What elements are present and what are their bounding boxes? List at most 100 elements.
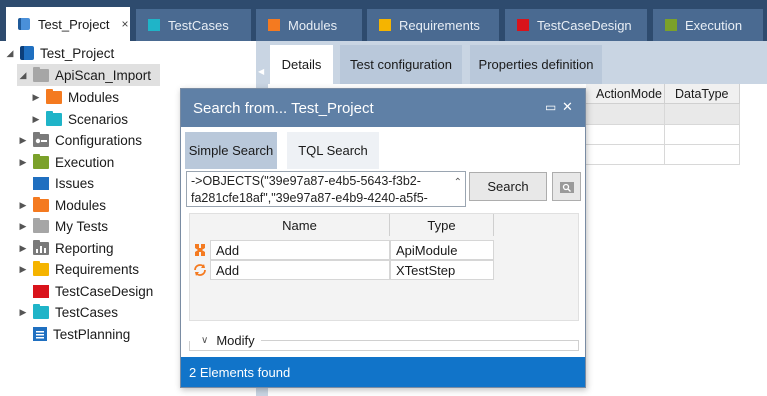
grid-cell[interactable] (665, 145, 740, 165)
tab-simple-search[interactable]: Simple Search (185, 132, 277, 169)
grid-cell[interactable] (665, 125, 740, 145)
tab-testcases[interactable]: TestCases (136, 9, 251, 41)
tree-item-scenarios[interactable]: ▶ Scenarios (30, 108, 128, 130)
tree-item-label: TestCaseDesign (55, 283, 154, 299)
tab-execution[interactable]: Execution (653, 9, 763, 41)
scroll-up-icon[interactable]: ⌃ (454, 174, 462, 191)
tab-properties-definition[interactable]: Properties definition (470, 45, 602, 84)
expand-icon[interactable]: ▶ (17, 221, 29, 232)
close-icon[interactable]: ✕ (562, 99, 573, 115)
column-header-datatype[interactable]: DataType (665, 84, 740, 104)
tree-item-label: Configurations (55, 132, 143, 148)
grid-cell[interactable] (665, 104, 740, 125)
tab-testcasedesign[interactable]: TestCaseDesign (505, 9, 647, 41)
dialog-title: Search from... Test_Project (193, 99, 374, 117)
tree-item-label: TestPlanning (53, 326, 131, 342)
column-header-type[interactable]: Type (390, 214, 494, 236)
folder-icon (46, 88, 62, 104)
search-folder-icon (559, 181, 574, 193)
tree-item-requirements[interactable]: ▶ Requirements (17, 258, 139, 280)
folder-icon (33, 260, 49, 276)
expand-icon[interactable]: ▶ (17, 307, 29, 318)
tab-modules[interactable]: Modules (256, 9, 362, 41)
search-button[interactable]: Search (469, 172, 547, 201)
table-row[interactable]: Add XTestStep (190, 260, 580, 280)
tree-item-label: Requirements (55, 261, 140, 277)
folder-icon (33, 284, 49, 298)
tree-item-testcasedesign[interactable]: TestCaseDesign (17, 280, 153, 302)
expand-icon[interactable]: ▶ (17, 264, 29, 275)
column-header-name[interactable]: Name (210, 214, 390, 236)
restore-icon[interactable]: ▭ (545, 100, 556, 114)
expand-icon[interactable]: ▶ (30, 92, 42, 103)
tree-item-label: Reporting (55, 240, 114, 256)
table-row[interactable]: Add ApiModule (190, 240, 580, 260)
tree-item-modules[interactable]: ▶ Modules (17, 194, 106, 216)
top-tab-bar: Test_Project × TestCases Modules Require… (0, 0, 767, 41)
xteststep-icon (192, 262, 208, 281)
collapse-icon[interactable]: ◢ (4, 48, 16, 59)
cell-name: Add (210, 260, 390, 280)
reporting-icon (33, 239, 49, 255)
scroll-left-icon[interactable]: ◀ (258, 67, 264, 76)
tree-item-modules-sub[interactable]: ▶ Modules (30, 86, 119, 108)
grid-cell[interactable] (586, 145, 665, 165)
tab-label: Execution (685, 17, 743, 33)
tab-label: Test_Project (38, 16, 110, 32)
expand-icon[interactable]: ▶ (30, 114, 42, 125)
testplanning-icon (33, 327, 47, 341)
tree-item-label: TestCases (55, 304, 119, 320)
folder-icon (46, 110, 62, 126)
column-header-actionmode[interactable]: ActionMode (586, 84, 665, 104)
folder-icon (33, 153, 49, 169)
tab-label: TestCases (168, 17, 229, 33)
tab-test-project[interactable]: Test_Project × (6, 7, 130, 41)
tab-test-configuration[interactable]: Test configuration (340, 45, 462, 84)
tab-tql-search[interactable]: TQL Search (287, 132, 379, 169)
dialog-title-bar[interactable]: Search from... Test_Project (181, 89, 585, 127)
tree-item-testplanning[interactable]: TestPlanning (17, 323, 130, 345)
cell-type: XTestStep (390, 260, 494, 280)
tab-label: Modules (288, 17, 338, 33)
tab-requirements[interactable]: Requirements (367, 9, 499, 41)
folder-icon (33, 217, 49, 233)
folder-icon (33, 176, 49, 190)
query-text-line-2: fa281cfe18af","39e97a87-e4b9-4240-a5f5- (191, 191, 428, 205)
folder-icon (379, 19, 391, 31)
collapse-icon[interactable]: ◢ (17, 70, 29, 81)
tree-item-test-project[interactable]: ◢ Test_Project (4, 42, 115, 64)
grid-cell[interactable] (586, 104, 665, 125)
tab-details[interactable]: Details (270, 45, 333, 84)
cell-type: ApiModule (390, 240, 494, 260)
tree-item-label: Execution (55, 154, 115, 170)
folder-icon (33, 303, 49, 319)
tree-item-label: ApiScan_Import (55, 67, 152, 83)
tree-item-label: Test_Project (40, 45, 115, 61)
tree-item-reporting[interactable]: ▶ Reporting (17, 237, 114, 259)
tab-label: TestCaseDesign (537, 17, 632, 33)
tree-item-configurations[interactable]: ▶ Configurations (17, 129, 142, 151)
cell-name: Add (210, 240, 390, 260)
modify-group-box (189, 341, 579, 351)
tree-item-label: Scenarios (68, 111, 129, 127)
tree-item-my-tests[interactable]: ▶ My Tests (17, 215, 108, 237)
tree-item-execution[interactable]: ▶ Execution (17, 151, 114, 173)
expand-icon[interactable]: ▶ (17, 200, 29, 211)
search-mode-tabs: Simple Search TQL Search (181, 127, 585, 169)
expand-icon[interactable]: ▶ (17, 243, 29, 254)
results-table: Name Type Add ApiModule Add XTestStep (189, 213, 579, 321)
tree-item-testcases[interactable]: ▶ TestCases (17, 301, 118, 323)
grid-cell[interactable] (586, 125, 665, 145)
expand-icon[interactable]: ▶ (17, 157, 29, 168)
expand-icon[interactable]: ▶ (17, 135, 29, 146)
folder-icon (268, 19, 280, 31)
folder-icon (517, 19, 529, 31)
search-query-input[interactable]: ->OBJECTS("39e97a87-e4b5-5643-f3b2- fa28… (186, 171, 466, 207)
tree-item-apiscan-import[interactable]: ◢ ApiScan_Import (17, 64, 160, 86)
close-icon[interactable]: × (122, 17, 129, 31)
search-in-results-button[interactable] (552, 172, 581, 201)
status-text: 2 Elements found (189, 364, 291, 380)
configurations-icon (33, 131, 49, 147)
tree-item-issues[interactable]: Issues (17, 172, 94, 194)
search-dialog: Search from... Test_Project ▭ ✕ Simple S… (180, 88, 586, 388)
